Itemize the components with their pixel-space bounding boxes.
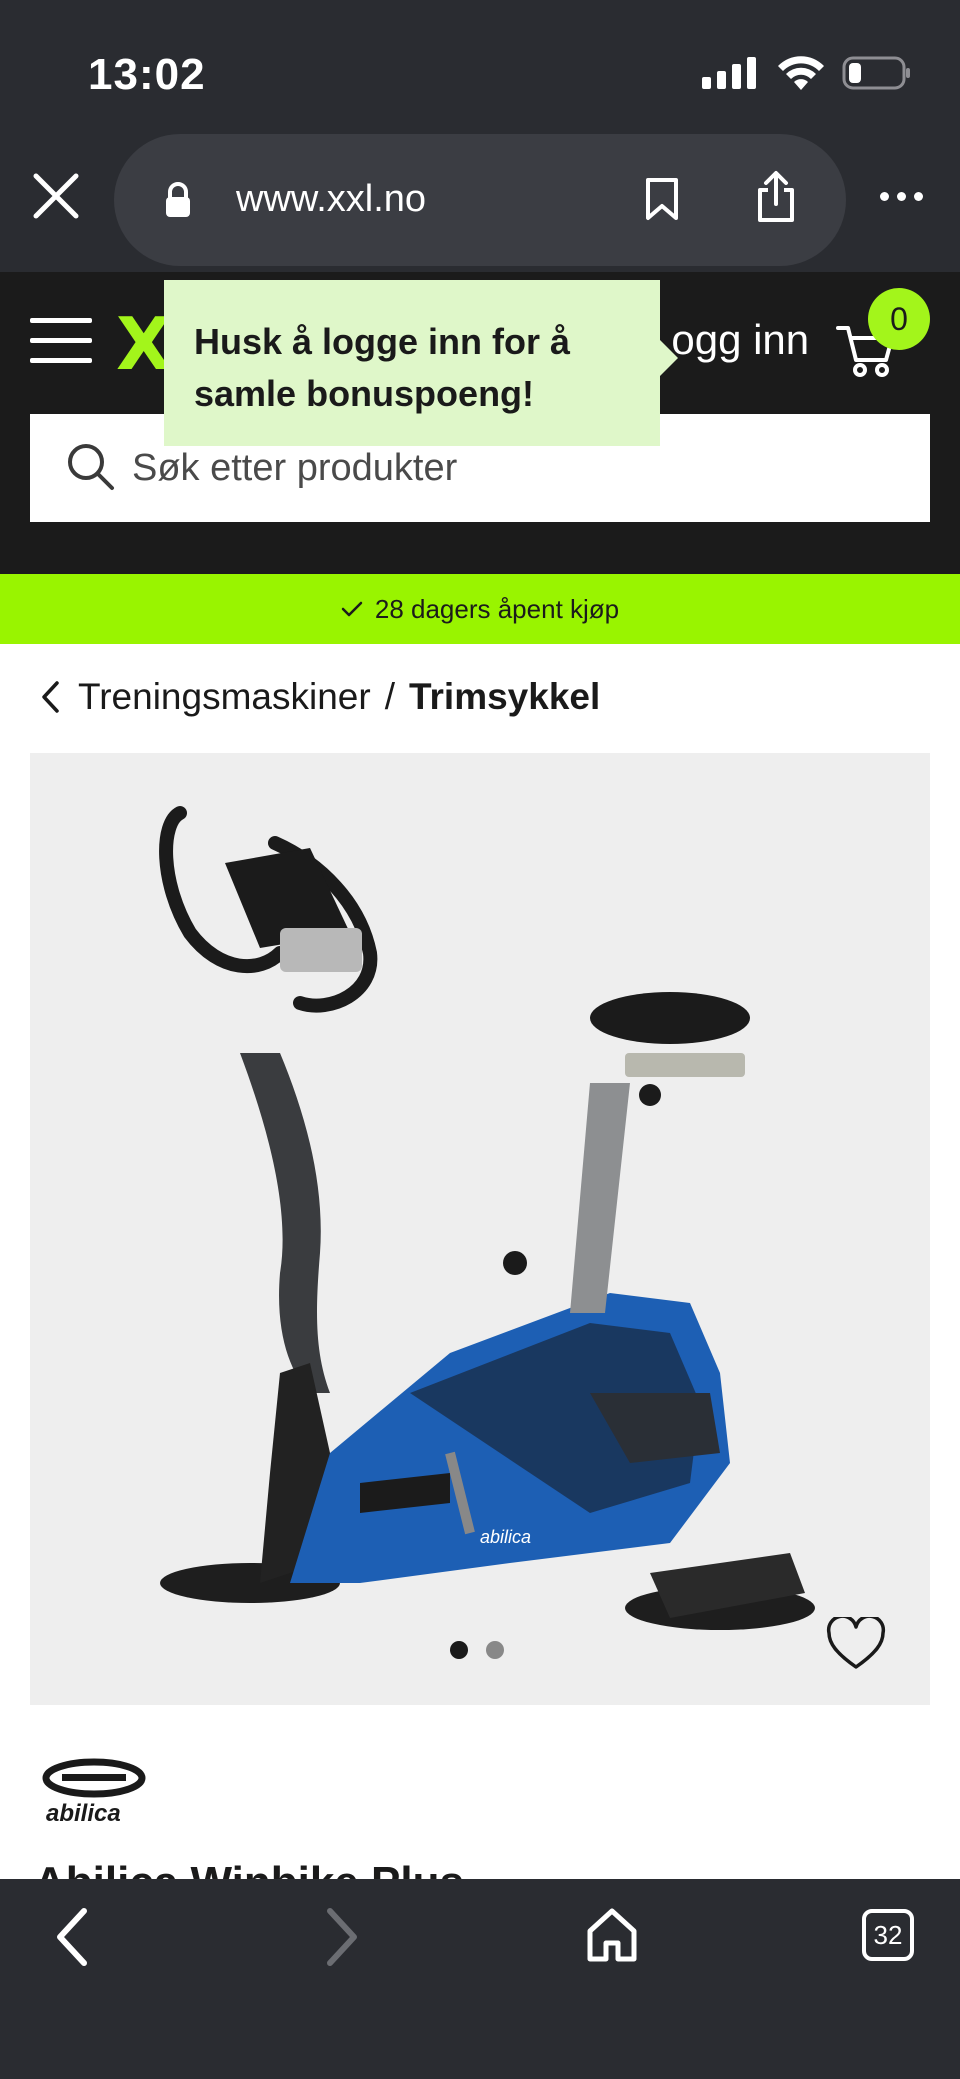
search-icon: [68, 444, 114, 490]
signal-icon: [702, 57, 756, 89]
status-bar: 13:02: [0, 0, 960, 130]
login-reminder-tooltip: Husk å logge inn for å samle bonuspoeng!: [164, 280, 678, 446]
back-arrow-icon[interactable]: [52, 1907, 92, 1967]
breadcrumb: Treningsmaskiner / Trimsykkel: [40, 676, 600, 718]
browser-toolbar: 32: [0, 1879, 960, 2079]
address-bar[interactable]: www.xxl.no: [114, 134, 846, 266]
carousel-dot[interactable]: [486, 1641, 504, 1659]
carousel-dots: [450, 1641, 504, 1659]
battery-icon: [842, 56, 910, 90]
share-icon[interactable]: [754, 170, 798, 224]
menu-icon[interactable]: [30, 318, 92, 364]
promo-text: 28 dagers åpent kjøp: [374, 593, 620, 624]
bookmark-icon[interactable]: [644, 176, 680, 222]
heart-icon[interactable]: [826, 1617, 886, 1671]
bike-brand-label: abilica: [480, 1527, 531, 1547]
breadcrumb-parent[interactable]: Treningsmaskiner: [78, 676, 371, 718]
product-image-carousel[interactable]: abilica: [30, 753, 930, 1705]
more-icon[interactable]: [880, 192, 923, 201]
brand-name[interactable]: abilica: [46, 1800, 121, 1828]
tabs-icon[interactable]: 32: [862, 1909, 914, 1961]
chevron-left-icon[interactable]: [40, 680, 60, 714]
status-icons: [702, 56, 912, 90]
home-icon[interactable]: [584, 1907, 640, 1963]
browser-bar: www.xxl.no: [0, 130, 960, 272]
breadcrumb-separator: /: [384, 676, 395, 717]
exercise-bike-image: abilica: [159, 806, 815, 1630]
lock-icon: [166, 182, 190, 217]
cart-count-badge[interactable]: 0: [868, 288, 930, 350]
close-icon[interactable]: [30, 170, 82, 222]
wifi-icon: [778, 56, 824, 90]
status-time: 13:02: [88, 50, 206, 99]
check-icon: [341, 601, 363, 617]
tooltip-text: Husk å logge inn for å samle bonuspoeng!: [194, 321, 571, 414]
breadcrumb-current: Trimsykkel: [408, 676, 601, 717]
forward-arrow-icon[interactable]: [322, 1907, 362, 1967]
url-text: www.xxl.no: [236, 178, 427, 220]
promo-banner: 28 dagers åpent kjøp: [0, 574, 960, 644]
carousel-dot[interactable]: [450, 1641, 468, 1659]
